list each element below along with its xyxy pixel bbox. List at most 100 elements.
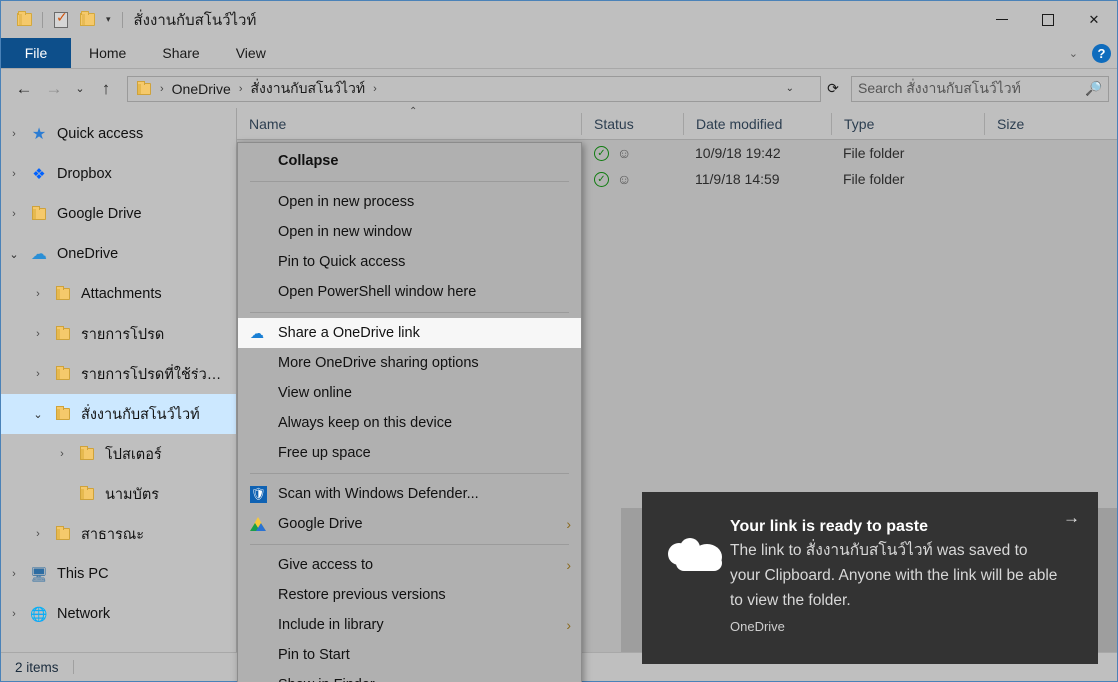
recent-locations-icon[interactable]: ⌄ — [69, 74, 91, 104]
column-label: Name — [249, 115, 287, 132]
divider — [121, 11, 123, 28]
menu-item-always-keep-on-this-device[interactable]: Always keep on this device — [238, 408, 581, 438]
cell-status: ✓ ☺ — [581, 171, 683, 187]
sidebar-item-attachments[interactable]: › Attachments — [1, 274, 236, 314]
menu-item-restore-previous-versions[interactable]: Restore previous versions — [238, 580, 581, 610]
tab-view[interactable]: View — [218, 38, 284, 68]
menu-item-scan-with-windows-defender[interactable]: 🛡 Scan with Windows Defender... — [238, 479, 581, 509]
search-input[interactable]: Search สั่งงานกับสโนว์ไวท์ 🔍 — [851, 75, 1109, 102]
chevron-down-icon[interactable]: ⌄ — [1063, 47, 1084, 60]
sidebar-item-current-folder[interactable]: ⌄ สั่งงานกับสโนว์ไวท์ — [1, 394, 236, 434]
sidebar-item-quick-access[interactable]: › ★ Quick access — [1, 114, 236, 154]
chevron-right-icon[interactable]: › — [1, 208, 27, 220]
tab-share[interactable]: Share — [144, 38, 217, 68]
menu-item-label: Scan with Windows Defender... — [278, 486, 479, 502]
sidebar-item-google-drive[interactable]: › Google Drive — [1, 194, 236, 234]
sidebar-item-label: สั่งงานกับสโนว์ไวท์ — [81, 406, 200, 423]
arrow-right-icon[interactable]: → — [1063, 508, 1080, 528]
column-header-date-modified[interactable]: Date modified — [683, 112, 831, 135]
column-header-status[interactable]: Status — [581, 112, 683, 135]
chevron-right-icon[interactable]: › — [25, 528, 51, 540]
menu-item-open-powershell-window-here[interactable]: Open PowerShell window here — [238, 277, 581, 307]
sidebar-item-onedrive[interactable]: ⌄ ☁ OneDrive — [1, 234, 236, 274]
menu-item-include-in-library[interactable]: Include in library › — [238, 610, 581, 640]
sidebar-item-label: Dropbox — [57, 166, 112, 182]
forward-arrow-icon[interactable]: → — [39, 74, 69, 104]
up-arrow-icon[interactable]: ↑ — [91, 74, 121, 104]
menu-item-pin-to-start[interactable]: Pin to Start — [238, 640, 581, 670]
column-header-size[interactable]: Size — [984, 112, 1080, 135]
chevron-right-icon[interactable]: › — [1, 128, 27, 140]
properties-icon[interactable] — [48, 7, 74, 33]
sidebar-item-network[interactable]: › 🌐 Network — [1, 594, 236, 634]
menu-item-label: Google Drive — [278, 516, 363, 532]
window-controls: ✕ — [979, 1, 1117, 38]
computer-icon: 🖥 — [30, 565, 48, 582]
menu-item-label: Open PowerShell window here — [278, 284, 477, 300]
close-icon[interactable]: ✕ — [1071, 1, 1117, 38]
breadcrumb-item-current[interactable]: สั่งงานกับสโนว์ไวท์ — [247, 78, 368, 100]
menu-item-label: Show in Finder — [278, 677, 571, 682]
menu-item-more-onedrive-sharing-options[interactable]: More OneDrive sharing options — [238, 348, 581, 378]
menu-item-free-up-space[interactable]: Free up space — [238, 438, 581, 468]
divider — [42, 11, 43, 28]
divider — [72, 660, 74, 674]
help-button[interactable]: ? — [1092, 44, 1111, 63]
chevron-down-icon[interactable]: ⌄ — [1, 248, 27, 261]
sidebar-item-label: Quick access — [57, 126, 144, 142]
menu-item-collapse[interactable]: Collapse — [238, 146, 581, 176]
menu-item-open-in-new-window[interactable]: Open in new window — [238, 217, 581, 247]
sidebar-item-business-card[interactable]: นามบัตร — [1, 474, 236, 514]
breadcrumb[interactable]: › OneDrive › สั่งงานกับสโนว์ไวท์ › ⌄ — [127, 75, 821, 102]
chevron-down-icon[interactable]: ⌄ — [25, 408, 51, 421]
breadcrumb-item-onedrive[interactable]: OneDrive — [169, 81, 234, 97]
sidebar-item-poster[interactable]: › โปสเตอร์ — [1, 434, 236, 474]
menu-item-label: More OneDrive sharing options — [278, 355, 479, 371]
back-arrow-icon[interactable]: ← — [9, 74, 39, 104]
chevron-right-icon[interactable]: › — [25, 368, 51, 380]
chevron-right-icon[interactable]: › — [1, 568, 27, 580]
star-icon: ★ — [31, 126, 47, 143]
breadcrumb-separator: › — [373, 82, 377, 95]
sidebar-item-label: OneDrive — [57, 246, 119, 262]
menu-item-label: Give access to — [278, 557, 374, 573]
menu-item-google-drive[interactable]: Google Drive › — [238, 509, 581, 539]
sidebar-item-favorites[interactable]: › รายการโปรด — [1, 314, 236, 354]
menu-item-show-in-finder[interactable]: Show in Finder — [238, 670, 581, 682]
menu-item-label: Share a OneDrive link — [278, 325, 420, 341]
folder-icon[interactable] — [11, 7, 37, 33]
refresh-icon[interactable]: ⟳ — [821, 76, 845, 102]
tab-file[interactable]: File — [1, 38, 71, 68]
sidebar-item-dropbox[interactable]: › ❖ Dropbox — [1, 154, 236, 194]
sidebar-item-public[interactable]: › สาธารณะ — [1, 514, 236, 554]
sidebar-item-this-pc[interactable]: › 🖥 This PC — [1, 554, 236, 594]
chevron-right-icon[interactable]: › — [25, 288, 51, 300]
folder-icon — [51, 326, 75, 340]
search-icon: 🔍 — [1084, 80, 1102, 96]
chevron-right-icon[interactable]: › — [1, 168, 27, 180]
notification-toast[interactable]: Your link is ready to paste The link to … — [642, 492, 1098, 664]
column-header-type[interactable]: Type — [831, 112, 984, 135]
chevron-right-icon[interactable]: › — [25, 328, 51, 340]
menu-item-give-access-to[interactable]: Give access to › — [238, 550, 581, 580]
cell-date-modified: 11/9/18 14:59 — [695, 171, 780, 187]
minimize-icon[interactable] — [979, 1, 1025, 38]
chevron-down-icon[interactable]: ⌄ — [786, 83, 794, 94]
sidebar-item-shared-favorites[interactable]: › รายการโปรดที่ใช้ร่วมกัน — [1, 354, 236, 394]
tab-home[interactable]: Home — [71, 38, 144, 68]
new-folder-icon[interactable] — [74, 7, 100, 33]
sidebar-item-label: รายการโปรด — [81, 326, 165, 343]
menu-item-open-in-new-process[interactable]: Open in new process — [238, 187, 581, 217]
customize-qat-icon[interactable]: ▾ — [100, 7, 117, 33]
submenu-arrow-icon: › — [566, 516, 571, 532]
menu-item-view-online[interactable]: View online — [238, 378, 581, 408]
chevron-right-icon[interactable]: › — [49, 448, 75, 460]
chevron-right-icon[interactable]: › — [1, 608, 27, 620]
menu-item-share-a-onedrive-link[interactable]: ☁ Share a OneDrive link — [238, 318, 581, 348]
menu-item-label: Restore previous versions — [278, 587, 446, 603]
column-label: Type — [844, 115, 875, 132]
menu-item-pin-to-quick-access[interactable]: Pin to Quick access — [238, 247, 581, 277]
column-header-name[interactable]: ⌃ Name — [237, 106, 581, 135]
maximize-icon[interactable] — [1025, 1, 1071, 38]
google-drive-icon — [250, 517, 278, 531]
